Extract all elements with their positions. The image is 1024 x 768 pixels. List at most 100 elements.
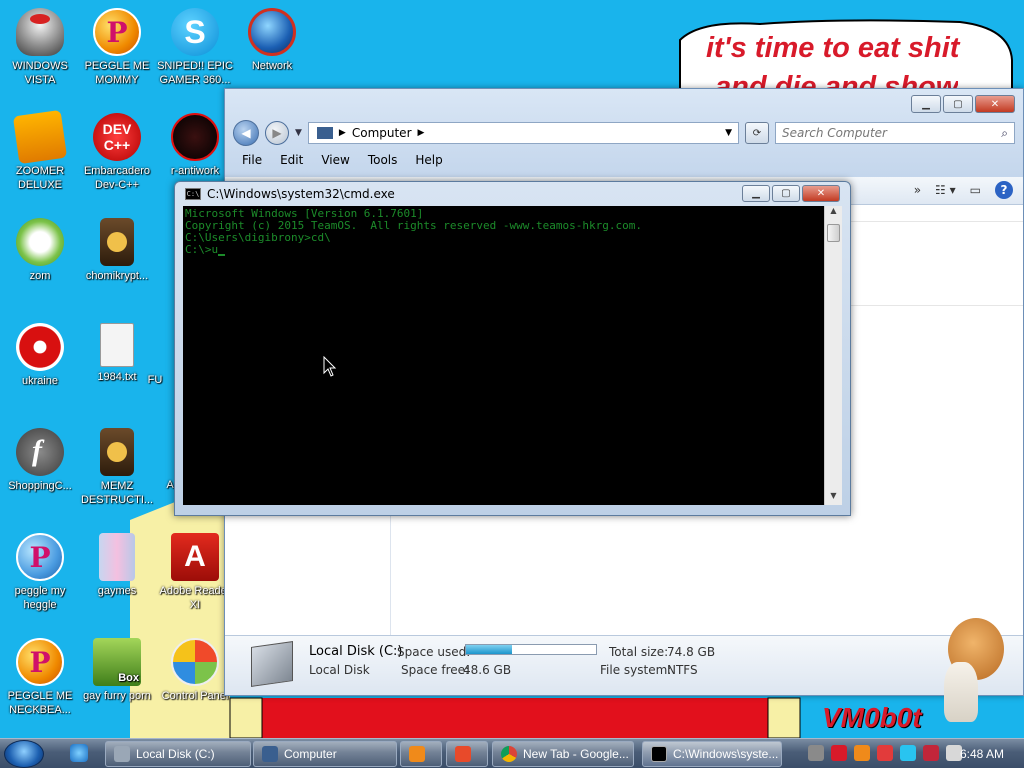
desktop-icon-ukraine[interactable]: ukraine xyxy=(0,323,80,388)
desktop-icon-label: ZOOMER DELUXE xyxy=(15,165,65,191)
desktop-icon-fu[interactable]: FU xyxy=(130,373,180,387)
file-system-label: File system: xyxy=(600,663,672,677)
start-button[interactable] xyxy=(4,740,44,768)
desktop-icon-chomikrypt[interactable]: chomikrypt... xyxy=(77,218,157,283)
change-view-icon[interactable]: ☷ ▾ xyxy=(935,183,956,197)
maximize-button[interactable]: ▢ xyxy=(943,95,973,113)
divider xyxy=(851,221,1023,222)
task-paint[interactable] xyxy=(446,741,488,767)
desktop-icon-dev-cpp[interactable]: DEV C++ Embarcadero Dev-C++ xyxy=(77,113,157,192)
maximize-button[interactable]: ▢ xyxy=(772,185,800,202)
preview-pane-icon[interactable]: ▭ xyxy=(970,183,981,197)
task-media-player[interactable] xyxy=(400,741,442,767)
toolbar-overflow-icon[interactable]: » xyxy=(914,183,921,197)
task-label: Computer xyxy=(284,747,337,761)
close-button[interactable]: ✕ xyxy=(802,185,840,202)
hard-drive-icon xyxy=(251,641,293,687)
task-label: Local Disk (C:) xyxy=(136,747,215,761)
forward-button[interactable]: ▶ xyxy=(265,121,289,145)
skype-icon: S xyxy=(171,8,219,56)
help-icon[interactable]: ? xyxy=(995,181,1013,199)
tray-icon[interactable] xyxy=(831,745,847,761)
desktop-icon-zom[interactable]: zom xyxy=(0,218,80,283)
cmd-title: C:\Windows\system32\cmd.exe xyxy=(207,187,395,201)
cmd-titlebar[interactable]: C:\ C:\Windows\system32\cmd.exe xyxy=(185,187,395,201)
explorer-frame: ▁ ▢ ✕ ◀ ▶ ▼ ▶ Computer ▶ ▼ ⟳ Search Comp… xyxy=(225,89,1023,177)
menu-edit[interactable]: Edit xyxy=(271,151,312,169)
menu-help[interactable]: Help xyxy=(406,151,451,169)
address-dropdown-icon[interactable]: ▼ xyxy=(725,128,732,138)
paint-icon xyxy=(455,746,471,762)
desktop-icon-memz[interactable]: MEMZ DESTRUCTI... xyxy=(77,428,157,507)
scroll-up-icon[interactable]: ▲ xyxy=(825,206,842,220)
cmd-icon xyxy=(651,746,667,762)
desktop-icon-sniped[interactable]: S SNIPED!! EPIC GAMER 360... xyxy=(155,8,235,87)
scroll-down-icon[interactable]: ▼ xyxy=(825,491,842,505)
task-chrome[interactable]: New Tab - Google... xyxy=(492,741,634,767)
network-globe-icon xyxy=(248,8,296,56)
tray-icon[interactable] xyxy=(900,745,916,761)
menu-view[interactable]: View xyxy=(312,151,358,169)
desktop-icon-network[interactable]: Network xyxy=(232,8,312,73)
space-free-value: 48.6 GB xyxy=(463,663,512,677)
speech-text: it's time to eat shit xyxy=(706,32,960,64)
desktop-icon-windows-vista[interactable]: WINDOWS VISTA xyxy=(0,8,80,87)
breadcrumb-arrow-icon: ▶ xyxy=(338,128,346,138)
desktop-icon-peggle-me-neckbeard[interactable]: P PEGGLE ME NECKBEA... xyxy=(0,638,80,717)
peggle-icon: P xyxy=(16,533,64,581)
tray-icon[interactable] xyxy=(877,745,893,761)
chrome-icon xyxy=(501,746,517,762)
tray-icon[interactable] xyxy=(923,745,939,761)
desktop-icon-r-antiwork[interactable]: r-antiwork xyxy=(155,113,235,178)
desktop-icon-label: r-antiwork xyxy=(170,165,220,177)
drive-type: Local Disk xyxy=(309,663,370,677)
desktop-icon-label: chomikrypt... xyxy=(85,270,149,282)
taskbar: Local Disk (C:) Computer New Tab - Googl… xyxy=(0,738,1024,768)
close-button[interactable]: ✕ xyxy=(975,95,1015,113)
recent-pages-arrow-icon[interactable]: ▼ xyxy=(295,128,302,138)
desktop-icon-control-panel[interactable]: Control Panel xyxy=(155,638,235,703)
search-icon[interactable]: ⌕ xyxy=(1001,126,1008,141)
space-used-label: Space used: xyxy=(397,645,471,659)
menu-tools[interactable]: Tools xyxy=(359,151,407,169)
scroll-thumb[interactable] xyxy=(827,224,840,242)
internet-explorer-icon[interactable] xyxy=(70,744,88,762)
application-icon xyxy=(100,428,134,476)
desktop-icon-label: Embarcadero Dev-C++ xyxy=(83,165,151,191)
total-size-label: Total size: xyxy=(609,645,669,659)
task-label: C:\Windows\syste... xyxy=(673,747,779,761)
tray-icon[interactable] xyxy=(808,745,824,761)
desktop-icon-gaymes[interactable]: gaymes xyxy=(77,533,157,598)
hamster-image xyxy=(930,612,1010,730)
refresh-button[interactable]: ⟳ xyxy=(745,122,769,144)
menu-file[interactable]: File xyxy=(233,151,271,169)
console-output[interactable]: Microsoft Windows [Version 6.1.7601] Copy… xyxy=(183,206,824,505)
search-box[interactable]: Search Computer ⌕ xyxy=(775,122,1015,144)
desktop-icon-label: PEGGLE ME MOMMY xyxy=(84,60,150,86)
clock[interactable]: 6:48 AM xyxy=(960,747,1004,761)
minimize-button[interactable]: ▁ xyxy=(742,185,770,202)
text-cursor xyxy=(218,254,226,256)
tray-icon[interactable] xyxy=(854,745,870,761)
desktop-icon-shoppingc[interactable]: f ShoppingC... xyxy=(0,428,80,493)
desktop-icon-adobe-reader[interactable]: A Adobe Reader XI xyxy=(155,533,235,612)
desktop-icon-zoomer-deluxe[interactable]: ZOOMER DELUXE xyxy=(0,109,80,192)
details-pane: Local Disk (C:) Local Disk Space used: S… xyxy=(225,635,1023,695)
total-size-value: 74.8 GB xyxy=(667,645,716,659)
minimize-button[interactable]: ▁ xyxy=(911,95,941,113)
console-prompt: C:\>u xyxy=(185,243,219,256)
space-used-bar xyxy=(465,644,597,655)
cmd-window[interactable]: C:\ C:\Windows\system32\cmd.exe ▁ ▢ ✕ Mi… xyxy=(174,181,851,516)
task-local-disk[interactable]: Local Disk (C:) xyxy=(105,741,251,767)
desktop-icon-peggle-me-mommy[interactable]: P PEGGLE ME MOMMY xyxy=(77,8,157,87)
address-bar[interactable]: ▶ Computer ▶ ▼ xyxy=(307,122,739,144)
task-cmd[interactable]: C:\Windows\syste... xyxy=(642,741,782,767)
cmd-scrollbar[interactable]: ▲ ▼ xyxy=(824,206,842,505)
helmet-icon xyxy=(16,8,64,56)
task-computer[interactable]: Computer xyxy=(253,741,397,767)
desktop-icon-gay-furry[interactable]: Box gay furry porn xyxy=(77,638,157,703)
breadcrumb-arrow-icon: ▶ xyxy=(417,128,425,138)
desktop-icon-peggle-my-heggle[interactable]: P peggle my heggle xyxy=(0,533,80,612)
back-button[interactable]: ◀ xyxy=(233,120,259,146)
desktop-icon-label: gaymes xyxy=(97,585,137,597)
